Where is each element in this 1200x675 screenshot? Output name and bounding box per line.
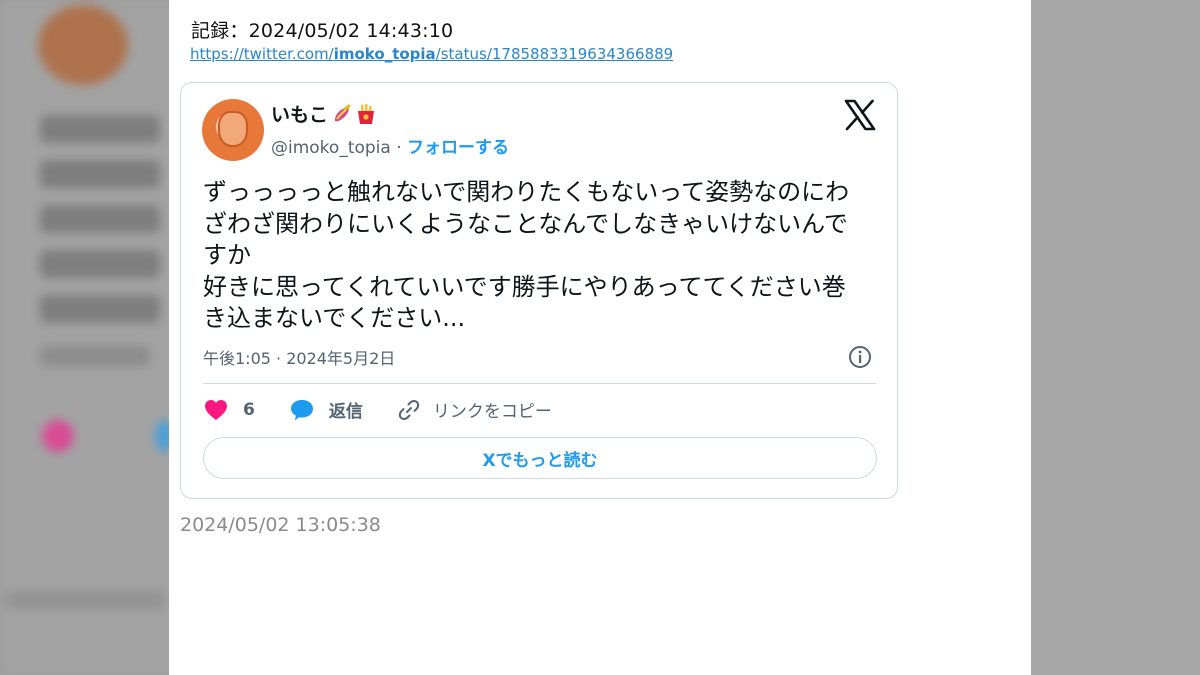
reply-label: 返信 (328, 402, 363, 422)
heart-icon (205, 399, 227, 420)
author-name-row[interactable]: いもこ (271, 100, 376, 127)
like-button[interactable]: 6 (203, 398, 255, 422)
background-text-line (5, 590, 165, 610)
handle-separator: · (390, 138, 408, 158)
background-text-line (40, 160, 160, 188)
sweet-potato-icon (331, 103, 353, 125)
avatar-character (218, 111, 248, 147)
background-text-line (40, 295, 160, 323)
reply-button[interactable]: 返信 (289, 397, 363, 422)
background-avatar (38, 5, 128, 85)
copy-link-button[interactable]: リンクをコピー (397, 397, 552, 422)
tweet-link-suffix: /status/1785883319634366889 (435, 45, 674, 63)
background-right-strip (1030, 0, 1200, 675)
background-text-line (40, 250, 160, 278)
tweet-link-user: imoko_topia (333, 45, 436, 63)
fries-icon (356, 103, 376, 125)
copy-link-label: リンクをコピー (432, 402, 552, 422)
speech-bubble-icon (290, 399, 313, 420)
author-display-name: いもこ (271, 104, 329, 126)
tweet-actions: 6 返信 リンクをコピー (203, 397, 586, 422)
x-logo-icon[interactable] (843, 99, 877, 131)
divider (203, 383, 876, 384)
link-icon (398, 399, 420, 420)
background-text-line (40, 345, 150, 367)
info-icon[interactable] (848, 345, 872, 369)
background-like-dot (42, 420, 74, 452)
footer-timestamp: 2024/05/02 13:05:38 (180, 514, 381, 536)
author-handle[interactable]: @imoko_topia (271, 138, 391, 158)
background-text-line (40, 115, 160, 143)
tweet-embed-card[interactable]: いもこ @imoko_topia · フォローする ずっっっっと触れないで関わり… (180, 82, 898, 499)
tweet-link-prefix: https://twitter.com/ (190, 45, 334, 63)
tweet-timestamp[interactable]: 午後1:05 · 2024年5月2日 (203, 345, 395, 369)
follow-button[interactable]: フォローする (407, 138, 509, 158)
tweet-link[interactable]: https://twitter.com/imoko_topia/status/1… (190, 45, 673, 63)
read-more-button[interactable]: Xでもっと読む (203, 437, 877, 479)
tweet-text: ずっっっっと触れないで関わりたくもないって姿勢なのにわざわざ関わりにいくようなこ… (203, 178, 850, 332)
author-handle-row: @imoko_topia · フォローする (271, 133, 509, 158)
like-count: 6 (243, 399, 255, 420)
record-timestamp: 記録：2024/05/02 14:43:10 (191, 20, 454, 42)
avatar[interactable] (202, 99, 264, 161)
background-text-line (40, 205, 160, 233)
